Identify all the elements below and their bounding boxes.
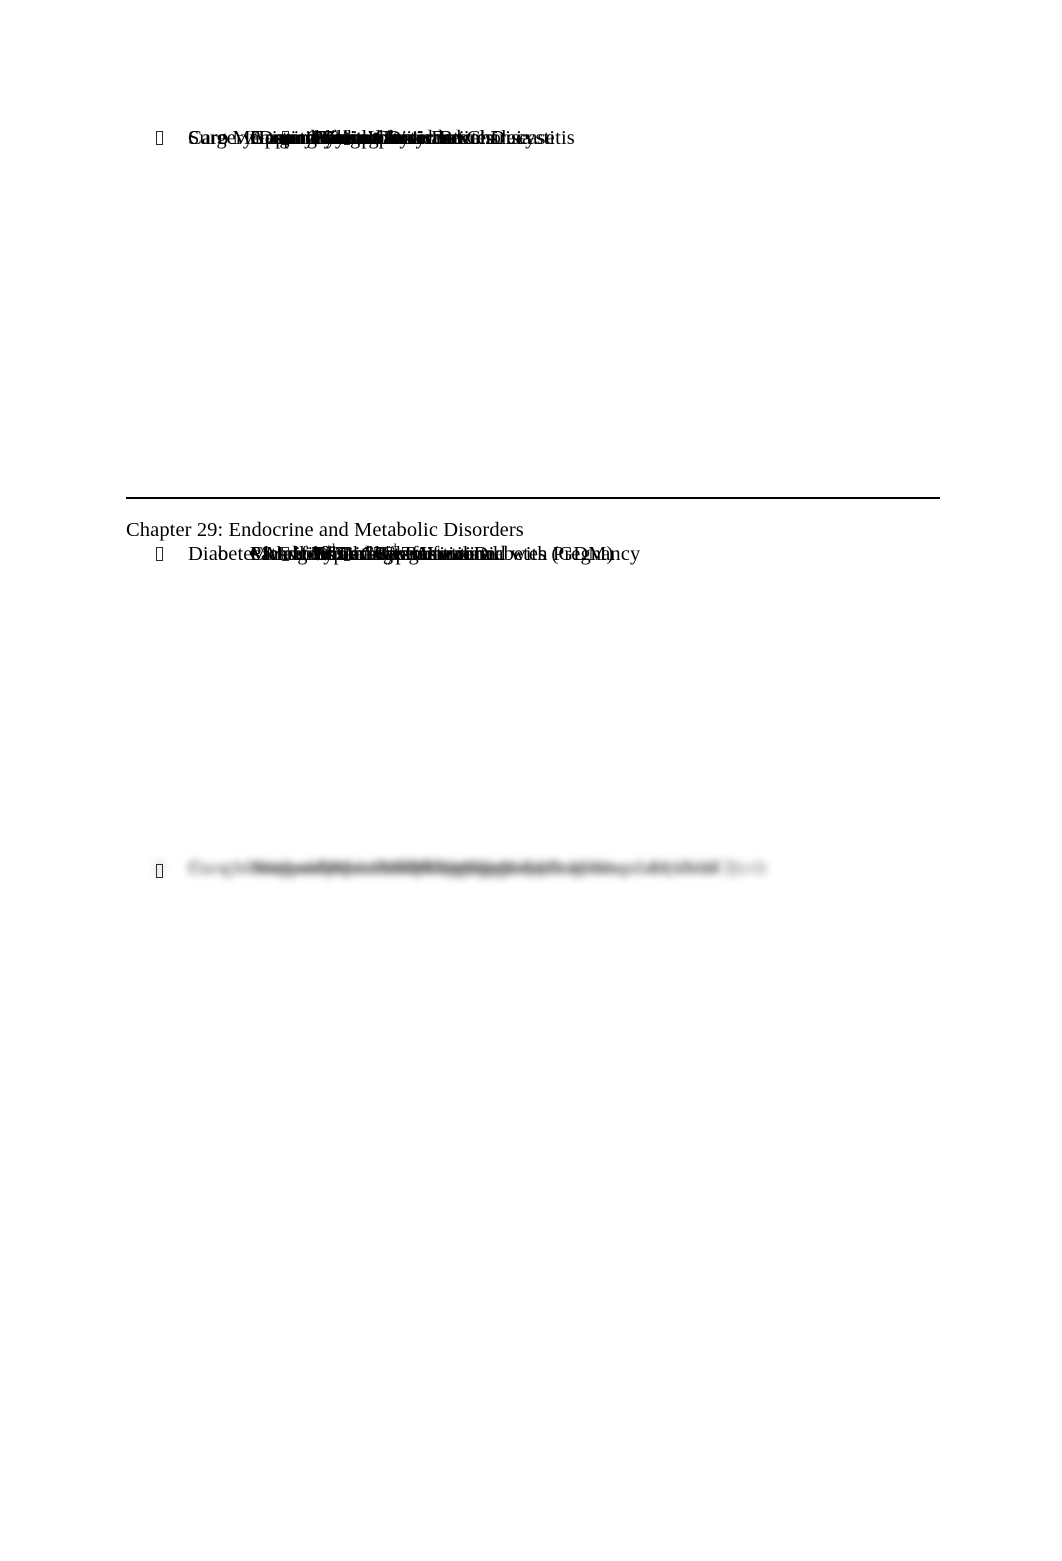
bullet-box-icon: [156, 542, 163, 567]
bullet-box-glyph: [282, 861, 289, 875]
bullet-box-glyph: [344, 862, 350, 875]
obscured-item-label: Pre-gestational Diabetes Mellitus: [188, 857, 465, 879]
bullet-letter-o: o: [218, 857, 229, 879]
obscured-item-label: Maternal Risks and Complications: [250, 857, 538, 879]
bullet-letter-o: o: [218, 857, 229, 879]
obscured-item-label: Outpatient: [312, 857, 400, 879]
bullet-box-glyph: [344, 862, 350, 875]
bullet-box-icon: [344, 856, 350, 881]
bullet-letter-o: o: [218, 857, 229, 879]
bullet-box-icon: [344, 856, 350, 881]
bullet-box-glyph: [344, 862, 350, 875]
obscured-item-label: Interventions: [250, 857, 360, 879]
obscured-item-label: Determination of Birth Date and Mode of …: [374, 857, 768, 879]
bullet-box-glyph: [344, 862, 350, 875]
bullet-box-glyph: [156, 131, 163, 145]
bullet-box-icon: [344, 856, 350, 881]
page-title: Chapter 29: Endocrine and Metabolic Diso…: [126, 519, 524, 541]
obscured-item-label: Complications Requiring Hospitalization: [374, 857, 715, 879]
document-page: o Gastrointestinal Disorders Cholelithiasi…: [0, 0, 1062, 1561]
bullet-box-glyph: [344, 862, 350, 875]
bullet-box-icon: [282, 856, 289, 881]
bullet-box-icon: [344, 856, 350, 881]
bullet-box-icon: [344, 856, 350, 881]
bullet-box-icon: [344, 856, 350, 881]
bullet-box-glyph: [156, 547, 163, 561]
obscured-item-label: Preconception Counseling: [250, 857, 469, 879]
obscured-item-label: Fetal and Neonatal Risks and Complicatio…: [250, 857, 620, 879]
bullet-box-icon: [156, 864, 163, 878]
bullet-box-icon: [344, 856, 350, 881]
obscured-item-label: Insulin Therapy: [374, 857, 506, 879]
obscured-item-label: Fetal Surveillance: [374, 857, 525, 879]
bullet-box-icon: [156, 126, 163, 151]
bullet-letter-o: o: [218, 543, 229, 565]
obscured-outline-region: Pre-gestational Diabetes Mellitus o Precon…: [0, 856, 1062, 1262]
bullet-box-icon: [344, 856, 350, 881]
obscured-item-label: Antepartum and Nursing Diagnoses: [250, 857, 548, 879]
bullet-letter-o: o: [218, 127, 229, 149]
obscured-item-label: Exercise: [374, 857, 446, 879]
bullet-box-glyph: [344, 862, 350, 875]
obscured-item-label: Self-Monitoring of Blood Glucose (SMBG): [374, 857, 738, 879]
outline-item-label: 2nd and 3rd Trimesters: [312, 541, 490, 565]
bullet-box-icon: [282, 542, 289, 567]
bullet-box-glyph: [282, 547, 289, 561]
obscured-item-label: Care Management: [188, 857, 341, 879]
bullet-box-glyph: [344, 862, 350, 875]
outline-item-label: Home Care: [250, 127, 345, 149]
obscured-item-label: Urine Testing: [374, 857, 487, 879]
obscured-item-label: Diet: [374, 857, 410, 879]
bullet-letter-o: o: [218, 857, 229, 879]
bullet-letter-o: o: [218, 857, 229, 879]
section-break-rule: [126, 497, 940, 499]
bullet-box-glyph: [344, 862, 350, 875]
